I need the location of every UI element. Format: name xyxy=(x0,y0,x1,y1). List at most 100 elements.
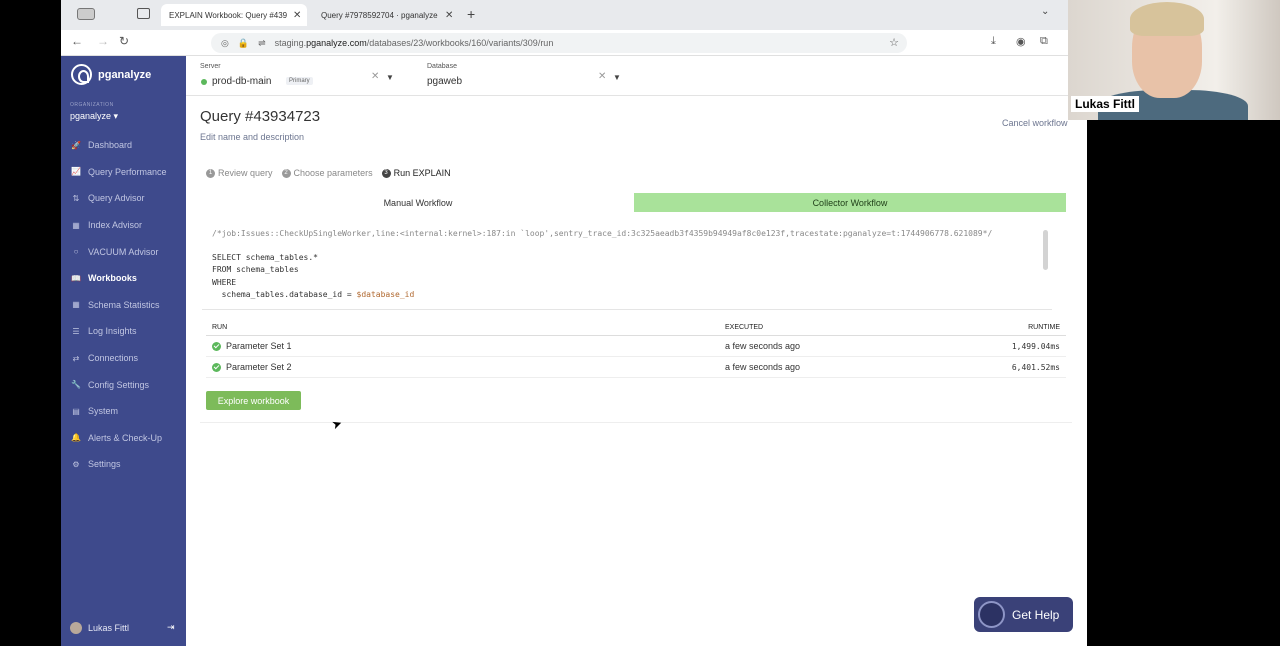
back-arrow-icon[interactable]: ← xyxy=(71,34,83,48)
query-parameter: $database_id xyxy=(356,289,415,299)
extensions-icon[interactable]: ⧉ xyxy=(1040,35,1048,48)
sidebar-item-connections[interactable]: ⇄ Connections xyxy=(61,345,186,372)
table-row[interactable]: Parameter Set 2 a few seconds ago 6,401.… xyxy=(206,357,1066,378)
tab-search-icon[interactable] xyxy=(137,8,150,19)
sidebar-item-index-advisor[interactable]: ▦ Index Advisor xyxy=(61,212,186,239)
sidebar-item-dashboard[interactable]: 🚀 Dashboard xyxy=(61,132,186,159)
sidebar-item-label: Query Performance xyxy=(88,166,167,177)
server-status-dot xyxy=(201,79,207,85)
address-bar[interactable]: ◎ 🔒 ⇌ staging. pganalyze.com/databases/23… xyxy=(211,33,907,53)
webcam-person-hair xyxy=(1130,2,1204,36)
table-row[interactable]: Parameter Set 1 a few seconds ago 1,499.… xyxy=(206,336,1066,357)
url-domain: pganalyze.com xyxy=(306,38,367,48)
reload-icon[interactable]: ↻ xyxy=(119,34,129,48)
query-scrollbar[interactable] xyxy=(1043,230,1048,270)
browser-window: EXPLAIN Workbook: Query #43934723 ✕ Quer… xyxy=(61,0,1087,646)
server-select[interactable]: prod-db-main xyxy=(212,76,271,87)
page-title: Query #43934723 xyxy=(200,108,321,125)
bell-icon: 🔔 xyxy=(71,433,81,443)
sidebar-nav: 🚀 Dashboard 📈 Query Performance ⇅ Query Advis… xyxy=(61,132,186,478)
browser-tab[interactable]: Query #7978592704 · pganalyze ✕ xyxy=(319,4,459,26)
lock-icon[interactable]: 🔒 xyxy=(238,38,249,49)
sidebar-item-alerts-check-up[interactable]: 🔔 Alerts & Check-Up xyxy=(61,425,186,452)
column-header-runtime: RUNTIME xyxy=(1028,324,1060,331)
query-condition: schema_tables.database_id = xyxy=(212,289,357,299)
sidebar-item-log-insights[interactable]: ☰ Log Insights xyxy=(61,318,186,345)
sidebar-item-config-settings[interactable]: 🔧 Config Settings xyxy=(61,371,186,398)
site-settings-icon[interactable]: ⇌ xyxy=(258,38,266,49)
run-name-cell: Parameter Set 1 xyxy=(206,341,725,351)
clear-server-icon[interactable]: ✕ xyxy=(371,71,379,82)
tab-manual-workflow[interactable]: Manual Workflow xyxy=(202,193,634,212)
run-name: Parameter Set 1 xyxy=(226,341,292,351)
download-icon[interactable]: ⤓ xyxy=(991,35,996,48)
database-dropdown-icon[interactable]: ▼ xyxy=(613,73,621,82)
workflow-steps: 1 Review query 2 Choose parameters 3 Run… xyxy=(206,168,460,178)
run-executed: a few seconds ago xyxy=(725,341,801,351)
tab-strip: EXPLAIN Workbook: Query #43934723 ✕ Quer… xyxy=(61,0,1087,30)
chevron-down-icon[interactable]: ⌄ xyxy=(1041,6,1049,17)
step-label: Run EXPLAIN xyxy=(393,168,451,178)
profile-icon[interactable]: ◉ xyxy=(1016,35,1026,48)
webcam-overlay: Lukas Fittl xyxy=(1068,0,1280,120)
window-control-icon[interactable] xyxy=(77,8,95,20)
sidebar-item-label: Index Advisor xyxy=(88,220,143,231)
sidebar-item-label: VACUUM Advisor xyxy=(88,246,159,257)
url-path: /databases/23/workbooks/160/variants/309… xyxy=(366,38,554,48)
org-selector[interactable]: pganalyze ▾ xyxy=(70,111,118,122)
step-label: Choose parameters xyxy=(293,168,373,178)
step-review-query[interactable]: 1 Review query xyxy=(206,168,273,178)
server-icon: ▤ xyxy=(72,406,80,416)
tab-collector-workflow[interactable]: Collector Workflow xyxy=(634,193,1066,212)
context-bar: Server prod-db-main Primary ✕ ▼ Database… xyxy=(186,56,1087,96)
sidebar-item-workbooks[interactable]: 📖 Workbooks xyxy=(61,265,186,292)
book-icon: 📖 xyxy=(71,273,81,283)
user-name: Lukas Fittl xyxy=(88,623,130,633)
clear-database-icon[interactable]: ✕ xyxy=(598,71,606,82)
sidebar-item-label: Dashboard xyxy=(88,140,133,151)
sidebar-item-schema-statistics[interactable]: ▦ Schema Statistics xyxy=(61,292,186,319)
get-help-button[interactable]: Get Help xyxy=(974,597,1073,632)
sidebar-item-vacuum-advisor[interactable]: ○ VACUUM Advisor xyxy=(61,238,186,265)
table-icon: ▦ xyxy=(72,220,80,230)
sidebar-item-query-advisor[interactable]: ⇅ Query Advisor xyxy=(61,185,186,212)
edit-name-link[interactable]: Edit name and description xyxy=(200,132,304,142)
logout-icon[interactable]: ⇥ xyxy=(167,622,175,633)
step-choose-parameters[interactable]: 2 Choose parameters xyxy=(281,168,373,178)
explore-workbook-button[interactable]: Explore workbook xyxy=(206,391,301,410)
sidebar-item-label: Schema Statistics xyxy=(88,299,160,310)
grid-icon: ▦ xyxy=(72,300,80,310)
forward-arrow-icon[interactable]: → xyxy=(97,34,109,48)
query-text: /*job:Issues::CheckUpSingleWorker,line:<… xyxy=(202,228,1052,310)
shield-icon[interactable]: ◎ xyxy=(221,38,229,49)
avatar xyxy=(70,622,82,634)
sidebar-item-label: Alerts & Check-Up xyxy=(88,432,163,443)
close-tab-icon[interactable]: ✕ xyxy=(445,10,453,21)
circle-icon: ○ xyxy=(73,247,79,257)
server-label: Server xyxy=(200,63,221,70)
rocket-icon: 🚀 xyxy=(71,140,81,150)
server-dropdown-icon[interactable]: ▼ xyxy=(386,73,394,82)
bookmark-star-icon[interactable]: ☆ xyxy=(889,36,899,49)
cancel-workflow-link[interactable]: Cancel workflow xyxy=(1002,118,1068,128)
tab-title: Query #7978592704 · pganalyze xyxy=(321,10,438,20)
run-executed: a few seconds ago xyxy=(725,362,801,372)
sidebar-item-query-performance[interactable]: 📈 Query Performance xyxy=(61,159,186,186)
sidebar-item-settings[interactable]: ⚙ Settings xyxy=(61,451,186,478)
sidebar-item-label: Log Insights xyxy=(88,326,137,337)
sidebar-user[interactable]: Lukas Fittl xyxy=(70,622,129,634)
browser-tab-active[interactable]: EXPLAIN Workbook: Query #43934723 ✕ xyxy=(161,4,307,26)
sidebar-item-system[interactable]: ▤ System xyxy=(61,398,186,425)
org-label: ORGANIZATION xyxy=(70,102,114,108)
close-tab-icon[interactable]: ✕ xyxy=(293,10,301,21)
database-select[interactable]: pgaweb xyxy=(427,76,462,87)
wrench-icon: 🔧 xyxy=(71,380,81,390)
brand-name: pganalyze xyxy=(98,68,152,81)
new-tab-button[interactable]: + xyxy=(467,6,475,22)
query-line: SELECT schema_tables.* xyxy=(212,253,318,262)
logo[interactable]: pganalyze xyxy=(71,64,151,85)
step-number-icon: 1 xyxy=(206,168,215,178)
sliders-icon: ⇅ xyxy=(72,193,80,203)
sidebar-item-label: Settings xyxy=(88,459,121,470)
step-run-explain[interactable]: 3 Run EXPLAIN xyxy=(381,168,451,178)
